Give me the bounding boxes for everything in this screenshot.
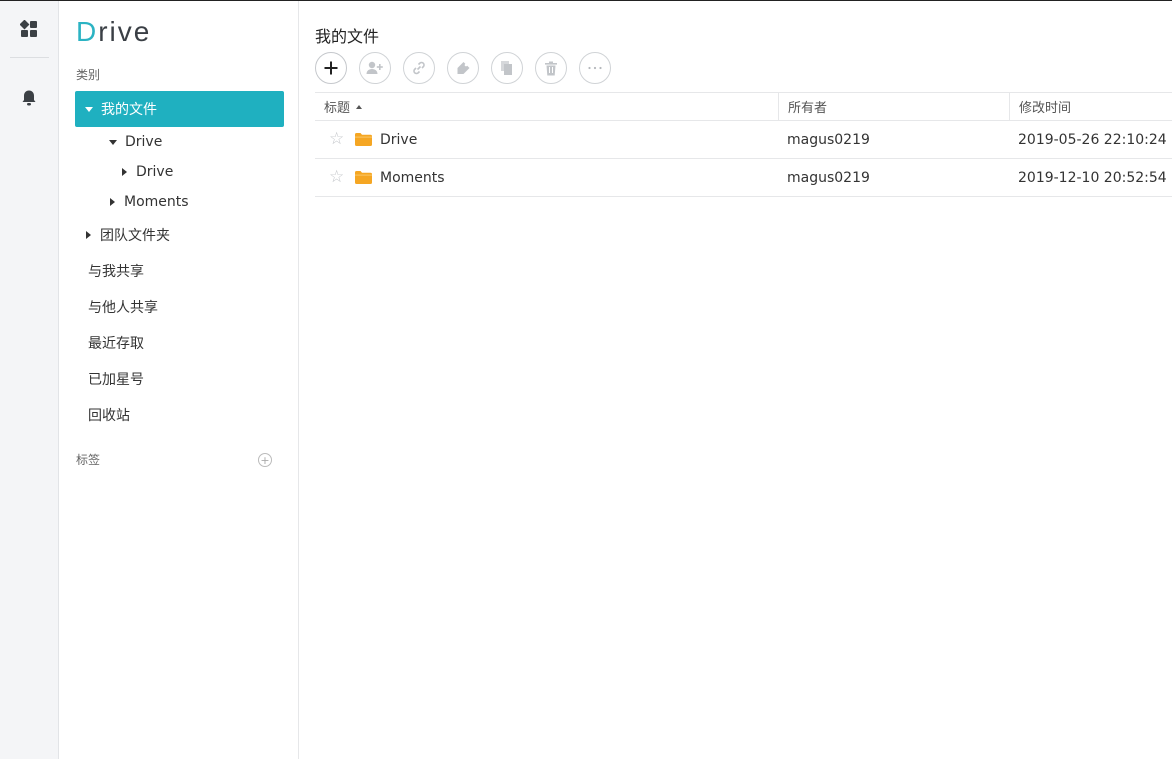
tag-icon [457,62,470,74]
add-tag-icon[interactable]: + [258,453,272,467]
sidebar-item-label: Drive [136,164,174,180]
sidebar-item-label: Moments [124,194,189,210]
column-header-label: 标题 [324,101,351,116]
sidebar-item-shared-with-me[interactable]: 与我共享 [75,253,284,289]
column-header-owner[interactable]: 所有者 [778,93,1009,120]
table-row[interactable]: ☆ Moments magus0219 2019-12-10 20:52:54 [315,159,1172,197]
folder-icon [355,133,372,146]
modified-cell: 2019-05-26 22:10:24 [1018,131,1167,148]
add-button[interactable] [315,52,347,84]
file-table: 标题 所有者 修改时间 ☆ Drive magus0219 2019-05-26… [315,92,1172,197]
table-row[interactable]: ☆ Drive magus0219 2019-05-26 22:10:24 [315,121,1172,159]
sidebar-item-recycle-bin[interactable]: 回收站 [75,397,284,433]
link-icon [413,61,425,75]
trash-icon [545,61,557,75]
share-user-button[interactable] [359,52,391,84]
app-rail [0,1,59,759]
file-name: Drive [380,131,418,148]
sidebar-item-label: 与我共享 [88,264,144,280]
delete-button[interactable] [535,52,567,84]
column-header-title[interactable]: 标题 [315,93,778,120]
caret-right-icon[interactable] [122,168,127,176]
sidebar-item-label: 最近存取 [88,336,144,352]
star-icon[interactable]: ☆ [329,131,345,148]
more-icon [588,66,602,70]
toolbar [315,52,611,84]
sidebar: Drive 类别 我的文件 Drive Drive Moments 团队文件夹 … [60,1,299,759]
table-header: 标题 所有者 修改时间 [315,92,1172,121]
file-name-cell: ☆ Moments [315,169,778,186]
copy-button[interactable] [491,52,523,84]
sidebar-item-moments-folder[interactable]: Moments [75,184,284,220]
folder-icon [355,171,372,184]
logo-rest: rive [98,16,152,47]
link-button[interactable] [403,52,435,84]
main-panel: 我的文件 标题 所有者 修改时间 ☆ Drive magus0219 2019-… [300,1,1172,759]
star-icon[interactable]: ☆ [329,169,345,186]
tags-label: 标签 [76,453,101,467]
copy-icon [501,61,512,75]
sidebar-item-starred[interactable]: 已加星号 [75,361,284,397]
share-user-icon [366,61,383,74]
owner-cell: magus0219 [787,131,870,148]
column-header-label: 修改时间 [1019,101,1072,116]
sidebar-item-label: Drive [125,134,163,150]
sort-ascending-icon [356,104,363,109]
tag-button[interactable] [447,52,479,84]
category-label: 类别 [76,68,101,82]
modified-cell: 2019-12-10 20:52:54 [1018,169,1167,186]
add-icon [324,61,338,75]
more-button[interactable] [579,52,611,84]
caret-right-icon[interactable] [110,198,115,206]
sidebar-item-my-files[interactable]: 我的文件 [75,91,284,127]
owner-cell: magus0219 [787,169,870,186]
column-header-modified[interactable]: 修改时间 [1009,93,1172,120]
sidebar-item-recent[interactable]: 最近存取 [75,325,284,361]
sidebar-item-label: 已加星号 [88,372,144,388]
rail-divider [10,57,49,58]
sidebar-item-label: 团队文件夹 [100,228,170,244]
file-name: Moments [380,169,445,186]
page-title: 我的文件 [315,27,380,46]
caret-down-icon[interactable] [85,106,93,112]
logo-initial: D [76,16,99,47]
sidebar-item-team-folder[interactable]: 团队文件夹 [75,217,284,253]
caret-down-icon[interactable] [109,139,117,145]
apps-grid-icon[interactable] [19,19,39,39]
column-header-label: 所有者 [788,101,828,116]
file-name-cell: ☆ Drive [315,131,778,148]
caret-right-icon[interactable] [86,231,91,239]
sidebar-item-label: 与他人共享 [88,300,158,316]
sidebar-item-shared-with-others[interactable]: 与他人共享 [75,289,284,325]
bell-icon[interactable] [19,88,39,108]
drive-logo: Drive [76,16,152,47]
sidebar-item-label: 回收站 [88,408,130,424]
sidebar-item-label: 我的文件 [101,102,157,118]
